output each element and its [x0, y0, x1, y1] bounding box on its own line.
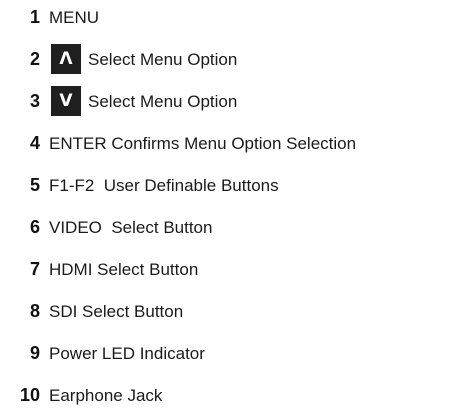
item-label: VIDEO Select Button	[49, 217, 213, 237]
legend-item-enter: 4 ENTER Confirms Menu Option Selection	[0, 128, 356, 158]
item-label: SDI Select Button	[49, 301, 184, 321]
item-number: 5	[29, 175, 40, 195]
item-label: Select Menu Option	[88, 91, 238, 111]
item-number: 9	[29, 343, 40, 363]
item-label: ENTER Confirms Menu Option Selection	[49, 133, 357, 153]
legend-item-video: 6 VIDEO Select Button	[0, 212, 212, 242]
down-arrow-icon: V	[51, 86, 81, 116]
legend-item-hdmi: 7 HDMI Select Button	[0, 254, 198, 284]
item-number: 7	[29, 259, 40, 279]
item-label: Earphone Jack	[49, 385, 163, 405]
legend-item-earphone-jack: 10 Earphone Jack	[0, 380, 162, 410]
item-number: 2	[29, 49, 40, 69]
legend-item-down: 3 V Select Menu Option	[0, 86, 237, 116]
item-number: 8	[29, 301, 40, 321]
item-number: 6	[29, 217, 40, 237]
legend-item-power-led: 9 Power LED Indicator	[0, 338, 205, 368]
legend-item-sdi: 8 SDI Select Button	[0, 296, 183, 326]
legend-item-function-keys: 5 F1-F2 User Definable Buttons	[0, 170, 279, 200]
item-number: 3	[29, 91, 40, 111]
legend-item-up: 2 Λ Select Menu Option	[0, 44, 237, 74]
item-label: HDMI Select Button	[49, 259, 199, 279]
item-label: Select Menu Option	[88, 49, 238, 69]
item-label: MENU	[49, 7, 100, 27]
item-label: Power LED Indicator	[49, 343, 205, 363]
item-number: 10	[19, 385, 40, 405]
item-label: F1-F2 User Definable Buttons	[49, 175, 279, 195]
legend-item-menu: 1 MENU	[0, 2, 99, 32]
button-legend: 1 MENU 2 Λ Select Menu Option 3 V Select…	[0, 0, 450, 413]
item-number: 1	[29, 7, 40, 27]
up-arrow-icon: Λ	[51, 44, 81, 74]
item-number: 4	[29, 133, 40, 153]
